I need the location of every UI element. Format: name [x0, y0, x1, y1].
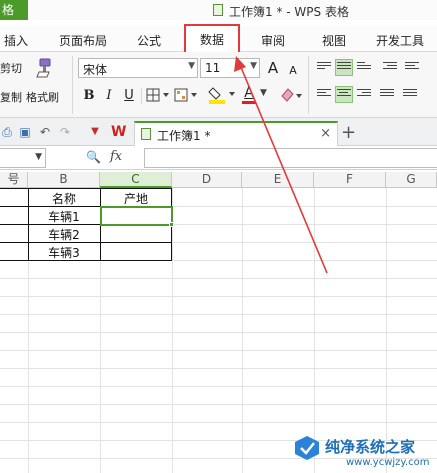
title-bar: 格 工作簿1 * - WPS 表格 [0, 0, 437, 20]
grid-line [386, 188, 387, 473]
watermark-title: 纯净系统之家 [325, 438, 416, 456]
font-size-select[interactable]: 11 ▼ [200, 58, 260, 78]
app-menu-button[interactable]: 格 [0, 0, 28, 20]
chevron-down-icon: ▼ [250, 61, 257, 71]
align-top-icon[interactable] [317, 62, 331, 74]
ribbon-divider [308, 56, 309, 114]
font-color-letter: A [244, 85, 254, 101]
align-left-icon[interactable] [317, 89, 331, 101]
column-header-c[interactable]: C [100, 172, 172, 188]
grid-line [0, 422, 437, 423]
spreadsheet-icon [141, 128, 151, 140]
fill-color-icon[interactable] [208, 85, 238, 105]
align-right-icon[interactable] [357, 89, 371, 101]
align-center-icon[interactable] [337, 89, 351, 101]
font-name-select[interactable]: 宋体 ▼ [78, 58, 198, 78]
grid-line [0, 278, 437, 279]
cell-b4[interactable]: 车辆3 [28, 244, 100, 261]
watermark-url: www.ycwjzy.com [346, 457, 430, 468]
column-header-g[interactable]: G [386, 172, 437, 188]
table-border [0, 188, 172, 189]
format-painter-button[interactable]: 格式刷 [26, 89, 59, 105]
tab-formulas[interactable]: 公式 [137, 32, 161, 49]
bold-button[interactable]: B [80, 86, 98, 104]
tab-review[interactable]: 审阅 [261, 32, 285, 49]
ribbon-tab-bar: 插入 页面布局 公式 数据 审阅 视图 开发工具 [0, 24, 437, 55]
tab-developer[interactable]: 开发工具 [376, 32, 424, 49]
font-name-value: 宋体 [83, 63, 108, 77]
underline-button[interactable]: U [120, 86, 138, 104]
cell-c1[interactable]: 产地 [100, 190, 172, 207]
insert-function-button[interactable]: fx [110, 149, 122, 164]
borders-icon[interactable] [146, 88, 172, 102]
grid-line [172, 188, 173, 473]
cut-button[interactable]: 剪切 [0, 60, 22, 76]
align-middle-icon[interactable] [337, 62, 351, 74]
justify-icon[interactable] [380, 89, 394, 101]
grow-font-button[interactable]: A [264, 59, 282, 77]
merge-center-icon[interactable] [403, 89, 417, 101]
chevron-down-icon: ▼ [188, 61, 195, 71]
ribbon-panel: 剪切 复制 格式刷 宋体 ▼ 11 ▼ A A B I U A ▼ [0, 52, 437, 118]
tab-workbook1[interactable]: 工作簿1 * × [134, 121, 338, 146]
window-title: 工作簿1 * - WPS 表格 [229, 5, 349, 19]
chevron-down-icon: ▼ [260, 88, 267, 98]
align-bottom-icon[interactable] [357, 62, 371, 74]
undo-icon[interactable]: ↶ [38, 125, 52, 139]
selected-cell-outline [100, 206, 173, 226]
tab-page-layout[interactable]: 页面布局 [59, 32, 107, 49]
column-header-f[interactable]: F [314, 172, 386, 188]
format-painter-icon[interactable] [34, 58, 52, 78]
document-tab-label: 工作簿1 * [157, 129, 211, 143]
formula-bar: ▼ 🔍 fx [0, 146, 437, 170]
grid-line [314, 188, 315, 473]
name-box[interactable]: ▼ [0, 148, 46, 168]
new-tab-button[interactable]: + [341, 122, 356, 143]
document-icon [213, 4, 223, 16]
ribbon-divider [141, 88, 142, 104]
column-header-d[interactable]: D [172, 172, 242, 188]
shrink-font-button[interactable]: A [284, 61, 302, 79]
zoom-search-icon[interactable]: 🔍 [86, 150, 101, 164]
font-color-swatch [242, 101, 256, 104]
grid-line [0, 386, 437, 387]
grid-line [0, 296, 437, 297]
ribbon-divider [72, 56, 73, 114]
italic-button[interactable]: I [100, 86, 118, 104]
indent-increase-icon[interactable] [405, 62, 419, 74]
grid-line [0, 368, 437, 369]
font-color-button[interactable]: A ▼ [240, 84, 270, 106]
grid-line [0, 350, 437, 351]
chevron-down-icon: ▼ [35, 152, 42, 162]
clear-format-icon[interactable] [278, 86, 304, 104]
watermark-logo-icon [295, 436, 319, 460]
customize-toolbar-icon[interactable]: ▼ [88, 125, 102, 139]
print-icon[interactable]: ⎙ [0, 125, 14, 139]
column-header-e[interactable]: E [242, 172, 314, 188]
indent-decrease-icon[interactable] [383, 62, 397, 74]
cell-b1[interactable]: 名称 [28, 190, 100, 207]
tab-data[interactable]: 数据 [183, 24, 241, 55]
wps-logo-icon[interactable]: W [111, 125, 126, 139]
grid-line [0, 332, 437, 333]
grid-line [242, 188, 243, 473]
cell-style-icon[interactable] [174, 88, 200, 102]
fill-handle[interactable] [169, 222, 174, 227]
document-tab-bar: ⎙ ▣ ↶ ↷ ▼ W 工作簿1 * × + [0, 118, 437, 146]
grid-line [0, 314, 437, 315]
print-preview-icon[interactable]: ▣ [18, 125, 32, 139]
close-tab-icon[interactable]: × [320, 126, 331, 141]
column-header-b[interactable]: B [28, 172, 100, 188]
copy-button[interactable]: 复制 [0, 89, 22, 105]
cell-b3[interactable]: 车辆2 [28, 226, 100, 243]
tab-view[interactable]: 视图 [322, 32, 346, 49]
formula-input[interactable] [144, 148, 437, 168]
column-header-a[interactable]: 号 [0, 172, 28, 188]
font-size-value: 11 [205, 61, 221, 75]
redo-icon[interactable]: ↷ [58, 125, 72, 139]
tab-insert[interactable]: 插入 [4, 32, 28, 49]
cell-b2[interactable]: 车辆1 [28, 208, 100, 225]
grid-line [0, 404, 437, 405]
